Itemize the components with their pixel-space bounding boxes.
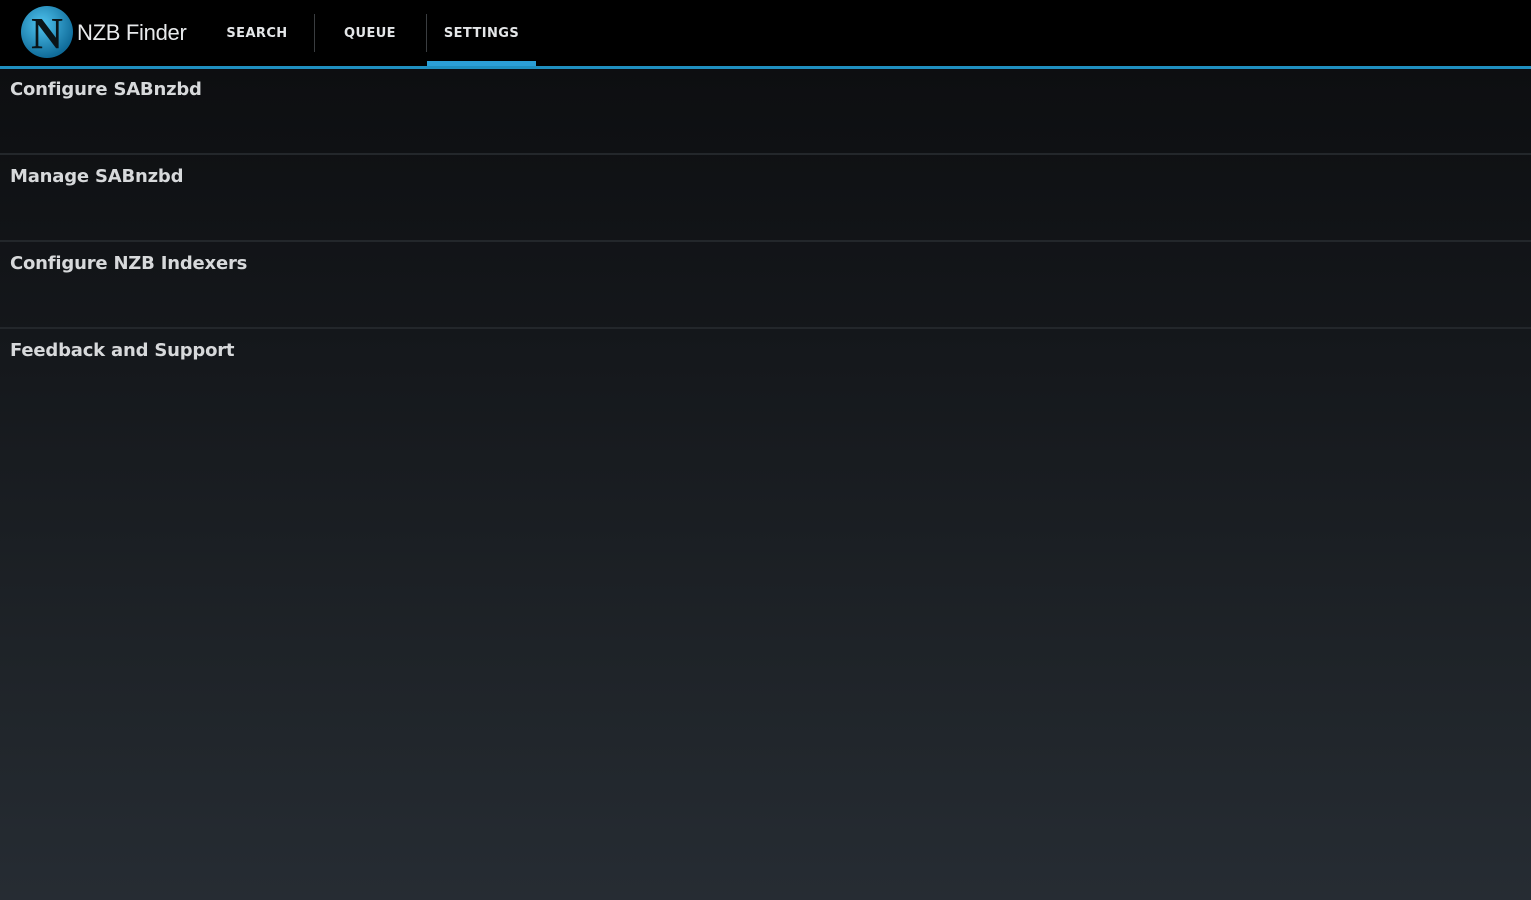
app-logo-icon[interactable]: N — [20, 5, 74, 59]
pref-item-configure-sabnzbd[interactable]: Configure SABnzbd — [0, 69, 1531, 155]
pref-item-label: Manage SABnzbd — [10, 166, 184, 187]
selected-tab-indicator — [427, 61, 536, 69]
pref-item-label: Feedback and Support — [10, 340, 235, 361]
app-window: N NZB Finder SEARCH QUEUE SETTINGS Confi… — [0, 0, 1531, 900]
list-divider — [0, 153, 1531, 155]
list-divider — [0, 240, 1531, 242]
pref-item-manage-sabnzbd[interactable]: Manage SABnzbd — [0, 156, 1531, 242]
tab-queue[interactable]: QUEUE — [318, 0, 422, 66]
pref-item-label: Configure NZB Indexers — [10, 253, 248, 274]
action-bar: N NZB Finder SEARCH QUEUE SETTINGS — [0, 0, 1531, 69]
tab-settings[interactable]: SETTINGS — [427, 0, 536, 66]
pref-item-feedback-and-support[interactable]: Feedback and Support — [0, 330, 1531, 416]
tab-search-label: SEARCH — [226, 25, 288, 41]
pref-item-label: Configure SABnzbd — [10, 79, 202, 100]
logo-letter: N — [31, 9, 63, 58]
app-title: NZB Finder — [77, 20, 187, 45]
tab-search[interactable]: SEARCH — [206, 0, 308, 66]
tab-divider — [314, 14, 315, 52]
pref-item-configure-nzb-indexers[interactable]: Configure NZB Indexers — [0, 243, 1531, 329]
tab-settings-label: SETTINGS — [443, 25, 520, 41]
list-divider — [0, 327, 1531, 329]
tab-queue-label: QUEUE — [344, 25, 396, 41]
